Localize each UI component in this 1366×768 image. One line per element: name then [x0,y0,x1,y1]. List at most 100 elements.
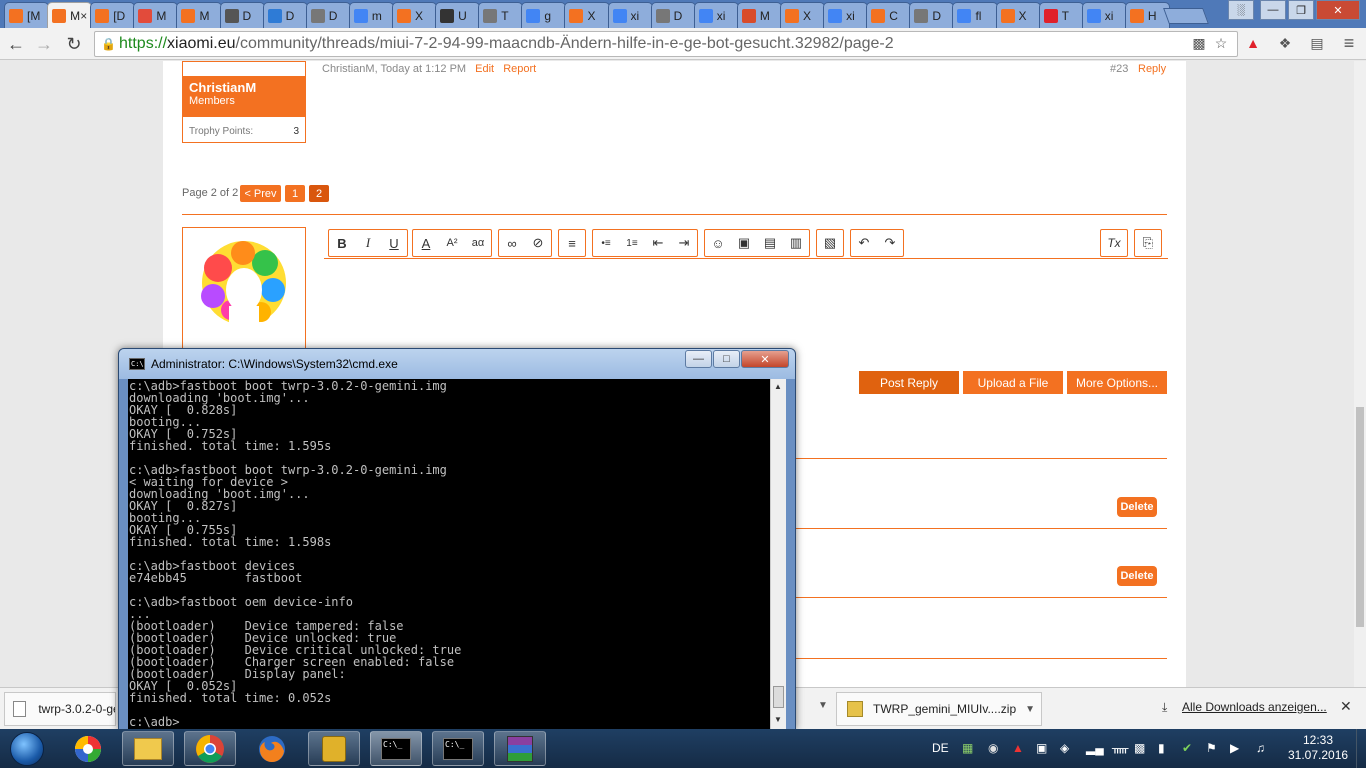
chevron-down-icon[interactable]: ▼ [818,700,828,711]
location-icon[interactable]: ◉ [988,741,998,755]
security-app-icon[interactable] [308,731,360,766]
more-options-button[interactable]: More Options... [1067,371,1167,394]
bookmark-star-icon[interactable]: ☆ [1210,32,1232,54]
signal-icon[interactable]: ▂▄ [1086,741,1104,755]
language-indicator[interactable]: DE [932,741,949,755]
check-icon[interactable]: ✔ [1182,741,1192,755]
chrome-icon[interactable] [184,731,236,766]
scroll-down-icon[interactable]: ▼ [774,715,782,724]
flag-icon[interactable]: ⚑ [1206,741,1217,755]
forward-icon[interactable]: → [32,32,56,56]
browser-tab[interactable]: g [521,2,567,28]
browser-tab[interactable]: [D [90,2,136,28]
battery-icon[interactable]: ▮ [1158,741,1165,755]
close-icon[interactable]: ✕ [1340,698,1352,715]
media-icon[interactable]: ▤ [757,230,783,256]
image-icon[interactable]: ▣ [731,230,757,256]
browser-tab[interactable]: M [736,2,782,28]
link-icon[interactable]: ∞ [499,230,525,256]
user-menu-button[interactable]: ░ [1228,0,1254,20]
extension-gear-icon[interactable]: ❖ [1274,32,1296,54]
tray-icon[interactable]: ▦ [962,741,973,755]
reply-link[interactable]: Reply [1138,63,1166,75]
reload-icon[interactable]: ↻ [62,32,86,56]
cmd-scroll-thumb[interactable] [773,686,784,708]
undo-icon[interactable]: ↶ [851,230,877,256]
browser-tab[interactable]: M × [47,2,93,28]
explorer-icon[interactable] [122,731,174,766]
close-window-button[interactable]: ✕ [1316,0,1360,20]
bullet-list-icon[interactable]: •≡ [593,230,619,256]
editor-textarea[interactable] [324,260,1168,350]
cmd-taskbar-icon[interactable]: C:\_ [370,731,422,766]
cmd-close-button[interactable]: ✕ [741,350,789,368]
video-icon[interactable]: ▶ [1230,741,1239,755]
restore-button[interactable]: ❐ [1288,0,1314,20]
delete-button[interactable]: Delete [1117,497,1157,517]
font-family-button[interactable]: aα [465,230,491,256]
cmd-window[interactable]: C:\ Administrator: C:\Windows\System32\c… [118,348,796,730]
page-2-button[interactable]: 2 [309,185,329,202]
browser-tab[interactable]: T [1038,2,1084,28]
trophy-value[interactable]: 3 [293,126,299,137]
align-icon[interactable]: ≡ [559,230,585,256]
underline-button[interactable]: U [381,230,407,256]
cmd-title-bar[interactable]: C:\ Administrator: C:\Windows\System32\c… [119,349,795,379]
browser-tab[interactable]: D [909,2,955,28]
edit-link[interactable]: Edit [475,63,494,75]
browser-tab[interactable]: D [262,2,308,28]
start-button[interactable] [4,729,50,768]
browser-tab[interactable]: fl [952,2,998,28]
delete-button[interactable]: Delete [1117,566,1157,586]
browser-tab[interactable]: xi [607,2,653,28]
font-color-button[interactable]: A [413,230,439,256]
indent-icon[interactable]: ⇥ [671,230,697,256]
post-number[interactable]: #23 [1110,63,1128,75]
page-scroll-thumb[interactable] [1356,407,1364,627]
page-1-button[interactable]: 1 [285,185,305,202]
toggle-bbcode-icon[interactable]: ⎘ [1135,230,1161,256]
browser-tab[interactable]: X [392,2,438,28]
volume-icon[interactable]: ♫ [1256,741,1265,755]
browser-tab[interactable]: U [435,2,481,28]
browser-tab[interactable]: X [995,2,1041,28]
monitor-icon[interactable]: ▣ [1036,741,1047,755]
browser-tab[interactable]: xi [693,2,739,28]
prev-page-button[interactable]: < Prev [240,185,281,202]
upload-file-button[interactable]: Upload a File [963,371,1063,394]
browser-tab[interactable]: X [564,2,610,28]
browser-tab[interactable]: [M [4,2,50,28]
browser-tab[interactable]: xi [823,2,869,28]
numbered-list-icon[interactable]: 1≡ [619,230,645,256]
firefox-icon[interactable] [246,731,298,766]
browser-tab[interactable]: D [650,2,696,28]
minimize-button[interactable]: — [1260,0,1286,20]
browser-tab[interactable]: X [780,2,826,28]
bluetooth-icon[interactable]: ᚅ [1112,741,1128,755]
italic-button[interactable]: I [355,230,381,256]
unlink-icon[interactable]: ⊘ [525,230,551,256]
browser-tab[interactable]: M [176,2,222,28]
menu-icon[interactable]: ≡ [1338,32,1360,54]
show-all-downloads-link[interactable]: Alle Downloads anzeigen... [1182,700,1327,714]
browser-tab[interactable]: D [305,2,351,28]
scroll-up-icon[interactable]: ▲ [774,382,782,391]
cmd-taskbar-icon[interactable]: C:\_ [432,731,484,766]
browser-tab[interactable]: T [478,2,524,28]
avira-tray-icon[interactable]: ▲ [1012,741,1024,755]
browser-tab[interactable]: D [219,2,265,28]
insert-icon[interactable]: ▥ [783,230,809,256]
network-icon[interactable]: ▩ [1134,741,1145,755]
browser-tab[interactable]: M [133,2,179,28]
download-item[interactable]: TWRP_gemini_MIUIv....zip ▼ [836,692,1042,726]
smilie-icon[interactable]: ☺ [705,230,731,256]
cmd-maximize-button[interactable]: □ [713,350,740,368]
browser-tab[interactable]: m [348,2,394,28]
show-desktop-button[interactable] [1356,729,1366,768]
user-name[interactable]: ChristianM [189,80,299,95]
sync-icon[interactable]: ◈ [1060,741,1069,755]
post-reply-button[interactable]: Post Reply [859,371,959,394]
browser-tab[interactable]: xi [1081,2,1127,28]
picasa-icon[interactable] [62,731,114,766]
bold-button[interactable]: B [329,230,355,256]
